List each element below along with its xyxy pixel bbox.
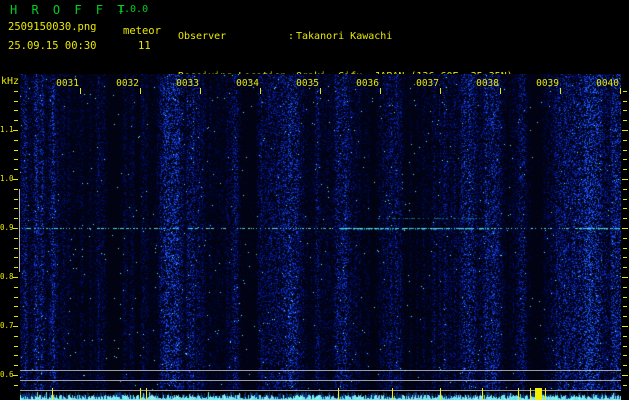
metadata-label: Observer: [178, 31, 227, 43]
metadata-row: Observer: Takanori Kawachi: [178, 30, 513, 43]
freq-tick-minor: [623, 140, 627, 141]
freq-tick-minor: [623, 238, 627, 239]
freq-tick-minor: [623, 316, 627, 317]
freq-tick-minor: [14, 336, 18, 337]
freq-tick-label: 0.8: [0, 272, 14, 281]
spectrogram-canvas: [20, 74, 621, 391]
freq-tick-major: [13, 228, 18, 229]
freq-tick-minor: [623, 101, 627, 102]
app-title: H R O F F T: [10, 3, 128, 17]
freq-tick-major: [13, 326, 18, 327]
app-version: 1.0.0: [118, 4, 149, 15]
freq-tick-minor: [14, 267, 18, 268]
freq-tick-major: [622, 228, 628, 229]
freq-tick-minor: [623, 208, 627, 209]
capture-filename: 2509150030.png: [8, 21, 97, 33]
freq-tick-minor: [14, 120, 18, 121]
freq-tick-major: [622, 277, 628, 278]
freq-tick-major: [13, 130, 18, 131]
freq-tick-minor: [14, 159, 18, 160]
freq-tick-label: 0.7: [0, 321, 14, 330]
freq-tick-major: [622, 375, 628, 376]
capture-datetime: 25.09.15 00:30: [8, 40, 97, 52]
freq-tick-minor: [623, 297, 627, 298]
freq-tick-minor: [14, 110, 18, 111]
freq-tick-minor: [623, 248, 627, 249]
freq-tick-minor: [14, 238, 18, 239]
freq-tick-minor: [623, 385, 627, 386]
freq-tick-minor: [14, 248, 18, 249]
freq-tick-minor: [14, 91, 18, 92]
freq-tick-label: 0.9: [0, 223, 14, 232]
freq-tick-label: 0.6: [0, 370, 14, 379]
freq-tick-minor: [623, 346, 627, 347]
freq-tick-minor: [623, 218, 627, 219]
echo-count: 11: [138, 40, 151, 52]
freq-tick-major: [13, 277, 18, 278]
freq-tick-minor: [14, 385, 18, 386]
hrofft-output-window: H R O F F T 1.0.0 2509150030.png meteor …: [0, 0, 629, 400]
freq-tick-minor: [623, 91, 627, 92]
freq-tick-minor: [14, 218, 18, 219]
freq-tick-minor: [623, 267, 627, 268]
freq-tick-minor: [623, 199, 627, 200]
freq-tick-minor: [14, 257, 18, 258]
freq-tick-minor: [14, 150, 18, 151]
freq-tick-minor: [14, 169, 18, 170]
freq-tick-minor: [623, 257, 627, 258]
level-strip-canvas: [20, 391, 621, 400]
freq-tick-minor: [623, 159, 627, 160]
freq-tick-minor: [14, 199, 18, 200]
freq-tick-minor: [623, 169, 627, 170]
freq-tick-minor: [14, 346, 18, 347]
freq-tick-minor: [623, 336, 627, 337]
freq-axis-unit-label: kHz: [1, 76, 20, 87]
freq-tick-minor: [623, 110, 627, 111]
freq-tick-minor: [623, 189, 627, 190]
freq-tick-label: 1.1: [0, 125, 14, 134]
freq-tick-major: [13, 179, 18, 180]
freq-tick-minor: [623, 287, 627, 288]
freq-tick-minor: [14, 355, 18, 356]
freq-tick-label: 1.0: [0, 174, 14, 183]
freq-tick-minor: [14, 287, 18, 288]
freq-tick-major: [622, 326, 628, 327]
freq-tick-minor: [14, 101, 18, 102]
freq-tick-minor: [623, 355, 627, 356]
capture-mode: meteor: [123, 25, 161, 37]
freq-tick-minor: [14, 189, 18, 190]
freq-tick-minor: [623, 150, 627, 151]
freq-tick-minor: [14, 306, 18, 307]
freq-tick-major: [13, 375, 18, 376]
freq-tick-minor: [14, 297, 18, 298]
freq-tick-minor: [623, 120, 627, 121]
freq-tick-minor: [14, 316, 18, 317]
freq-tick-minor: [623, 365, 627, 366]
freq-tick-minor: [623, 306, 627, 307]
freq-tick-minor: [14, 140, 18, 141]
metadata-value: Takanori Kawachi: [296, 31, 393, 43]
freq-tick-minor: [14, 365, 18, 366]
freq-tick-major: [622, 130, 628, 131]
metadata-separator: :: [288, 31, 295, 43]
freq-tick-minor: [14, 208, 18, 209]
freq-tick-major: [622, 179, 628, 180]
